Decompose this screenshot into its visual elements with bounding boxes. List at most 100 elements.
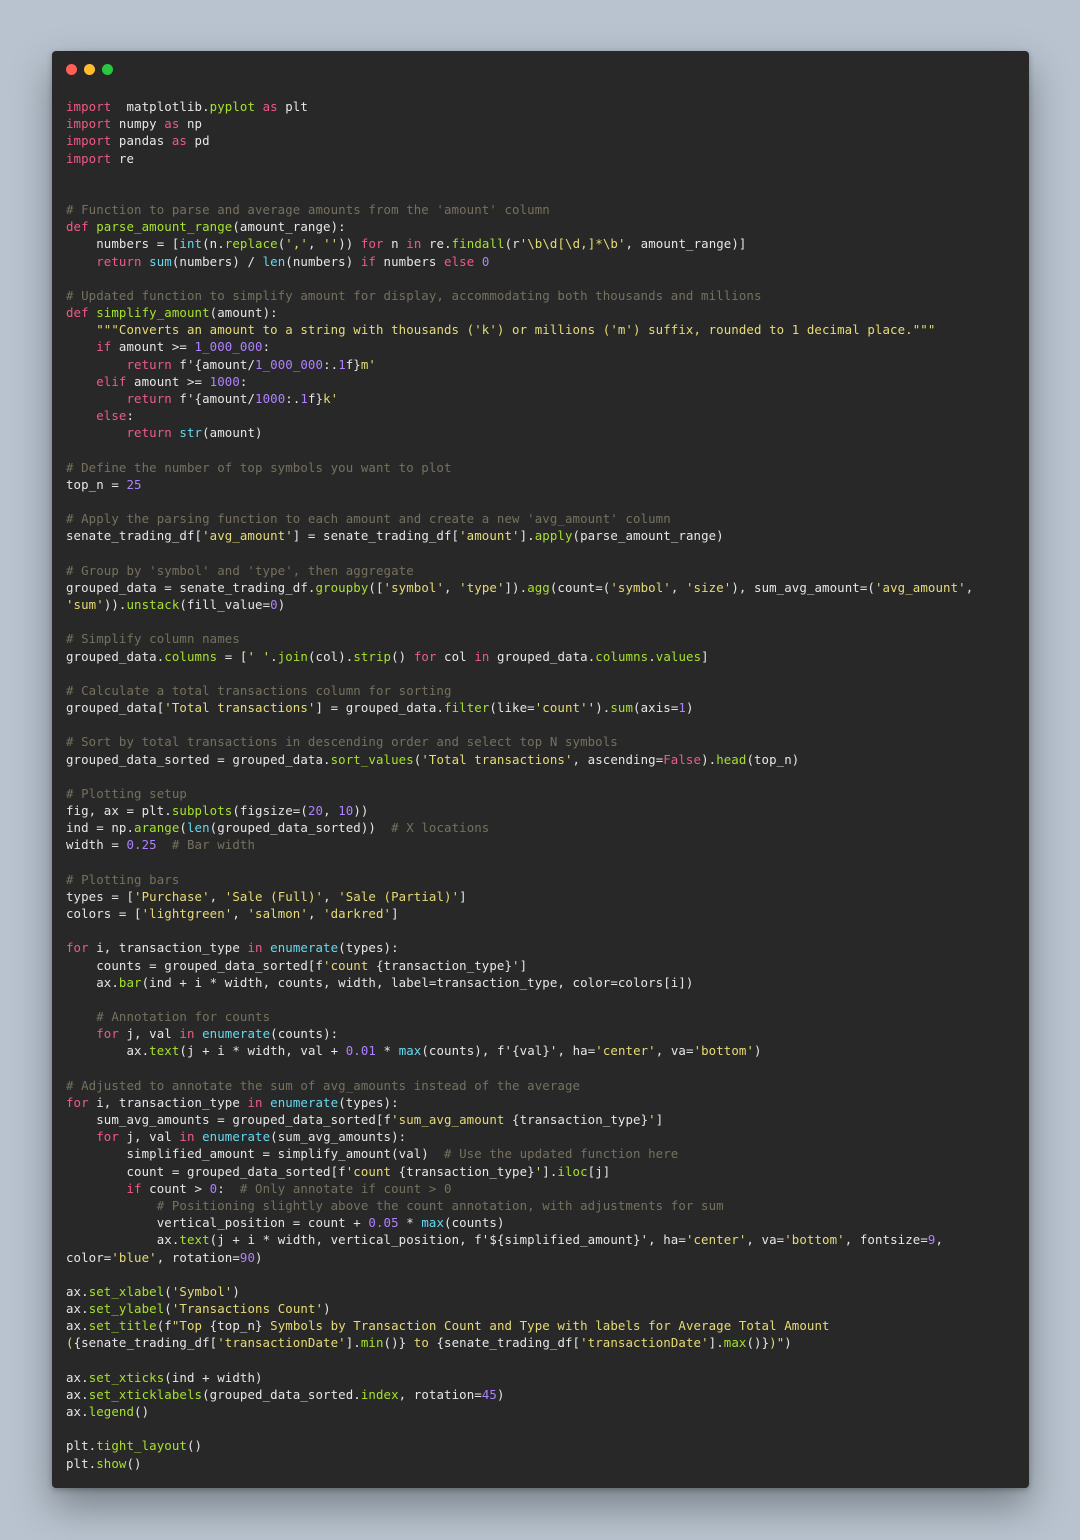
code-token: 1_000_000 xyxy=(194,339,263,355)
code-token: (sum_avg_amounts): xyxy=(270,1129,407,1145)
code-token: )) xyxy=(353,803,369,819)
code-token: 'symbol' xyxy=(383,579,445,595)
window-controls xyxy=(66,64,113,75)
code-token: (grouped_data_sorted)) xyxy=(209,820,392,836)
code-token: ' ' xyxy=(247,648,271,664)
code-token: '\b\d[\d,]*\b' xyxy=(519,236,626,252)
code-token: : xyxy=(262,339,271,355)
code-line: ind = np.arange(len(grouped_data_sorted)… xyxy=(66,819,1021,836)
code-line: ax.set_xlabel('Symbol') xyxy=(66,1283,1021,1300)
code-token: colors = [ xyxy=(66,906,142,922)
code-token: as xyxy=(262,99,278,114)
code-token: ( xyxy=(164,1301,172,1317)
code-token: (ind + width) xyxy=(164,1369,263,1385)
code-token: sort_values xyxy=(330,751,414,767)
code-token: width = xyxy=(66,837,127,853)
code-token: ( xyxy=(179,820,187,836)
code-token: max xyxy=(723,1335,747,1351)
code-token: '' xyxy=(323,236,339,252)
code-token: ( xyxy=(164,1283,172,1299)
code-token: '). xyxy=(587,700,611,716)
code-line: """Converts an amount to a string with t… xyxy=(66,321,1021,338)
code-token: 0 xyxy=(270,596,278,612)
code-token: columns xyxy=(164,648,218,664)
code-token: {transaction_type} xyxy=(512,1112,649,1128)
code-token: () xyxy=(126,1455,142,1471)
code-line: return sum(numbers) / len(numbers) if nu… xyxy=(66,253,1021,270)
code-token: 45 xyxy=(481,1386,497,1402)
code-token: n xyxy=(383,236,407,252)
code-token: (top_n) xyxy=(746,751,800,767)
code-line: # Plotting setup xyxy=(66,785,1021,802)
code-line: # Group by 'symbol' and 'type', then agg… xyxy=(66,562,1021,579)
code-line: for j, val in enumerate(sum_avg_amounts)… xyxy=(66,1128,1021,1145)
close-icon[interactable] xyxy=(66,64,77,75)
code-token: set_xticks xyxy=(88,1369,165,1385)
code-token: :. xyxy=(323,356,339,372)
code-token: int xyxy=(179,236,203,252)
code-token: (counts) xyxy=(444,1215,505,1231)
code-token: for xyxy=(66,1094,89,1110)
code-token: ]). xyxy=(504,579,528,595)
code-token: as xyxy=(171,133,187,149)
code-token: ax. xyxy=(66,974,119,990)
code-token: ax. xyxy=(66,1318,89,1334)
code-token: values xyxy=(655,648,702,664)
code-block: import matplotlib.pyplot as plt import nu… xyxy=(66,98,1021,1472)
code-token: , xyxy=(307,236,324,252)
code-token: ). xyxy=(701,751,717,767)
code-token: elif xyxy=(96,373,127,389)
code-token: # X locations xyxy=(391,820,490,836)
code-token: text xyxy=(179,1232,210,1248)
code-line: ax.text(j + i * width, val + 0.01 * max(… xyxy=(66,1042,1021,1059)
code-token: sum xyxy=(149,253,172,269)
code-line: grouped_data_sorted = grouped_data.sort_… xyxy=(66,751,1021,768)
code-token: (numbers) / xyxy=(171,253,263,269)
maximize-icon[interactable] xyxy=(102,64,113,75)
code-token: subplots xyxy=(171,803,233,819)
code-token: amount >= xyxy=(111,339,195,355)
code-token: ' xyxy=(648,1112,656,1128)
code-token: grouped_data = senate_trading_df. xyxy=(66,579,316,595)
minimize-icon[interactable] xyxy=(84,64,95,75)
code-token: types = [ xyxy=(66,888,135,904)
code-line: import matplotlib.pyplot as plt xyxy=(66,98,1021,115)
code-token: * xyxy=(376,1043,399,1059)
code-token: # Only annotate if count > 0 xyxy=(239,1180,452,1196)
code-token: 'sum_avg_amount xyxy=(391,1112,513,1128)
code-token: 'Total transactions' xyxy=(421,751,573,767)
code-token: else xyxy=(444,253,475,269)
code-token: 'darkred' xyxy=(323,906,392,922)
code-token: ()} xyxy=(383,1335,407,1351)
code-token: 0 xyxy=(481,253,490,269)
code-token: set_ylabel xyxy=(88,1301,165,1317)
code-token: 0.25 xyxy=(126,837,157,853)
code-token: (amount): xyxy=(209,305,278,321)
code-line: for i, transaction_type in enumerate(typ… xyxy=(66,939,1021,956)
code-token: tight_layout xyxy=(96,1438,187,1454)
code-line: colors = ['lightgreen', 'salmon', 'darkr… xyxy=(66,905,1021,922)
code-token: def xyxy=(66,219,89,235)
code-token: ()} xyxy=(746,1335,770,1351)
code-token: 'sum' xyxy=(66,596,104,612)
code-token: , rotation= xyxy=(156,1249,240,1265)
code-token: # Annotation for counts xyxy=(96,1009,271,1025)
code-token: 'avg_amount' xyxy=(202,528,293,544)
code-token: max xyxy=(398,1043,422,1059)
code-token: for xyxy=(413,648,437,664)
code-line: elif amount >= 1000: xyxy=(66,373,1021,390)
code-line: # Annotation for counts xyxy=(66,1008,1021,1025)
code-token: 'count' xyxy=(534,700,588,716)
code-token: (counts), f'{val}', ha= xyxy=(421,1043,596,1059)
code-token: ]. xyxy=(708,1335,724,1351)
